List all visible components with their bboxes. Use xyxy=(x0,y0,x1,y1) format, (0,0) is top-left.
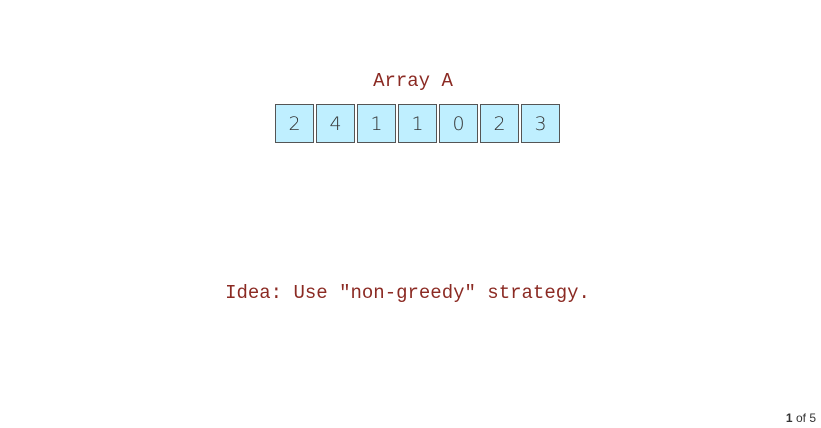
array-title: Array A xyxy=(373,70,453,92)
array-cell: 2 xyxy=(480,104,519,143)
array-cell: 3 xyxy=(521,104,560,143)
array-cell: 4 xyxy=(316,104,355,143)
array-cell: 1 xyxy=(357,104,396,143)
page-indicator: 1 of 5 xyxy=(786,411,816,425)
idea-text: Idea: Use "non-greedy" strategy. xyxy=(225,282,590,304)
array-row: 2 4 1 1 0 2 3 xyxy=(275,104,560,143)
array-cell: 0 xyxy=(439,104,478,143)
page-total: 5 xyxy=(809,411,816,425)
page-separator: of xyxy=(795,411,806,425)
array-cell: 1 xyxy=(398,104,437,143)
page-current: 1 xyxy=(785,411,793,425)
array-cell: 2 xyxy=(275,104,314,143)
